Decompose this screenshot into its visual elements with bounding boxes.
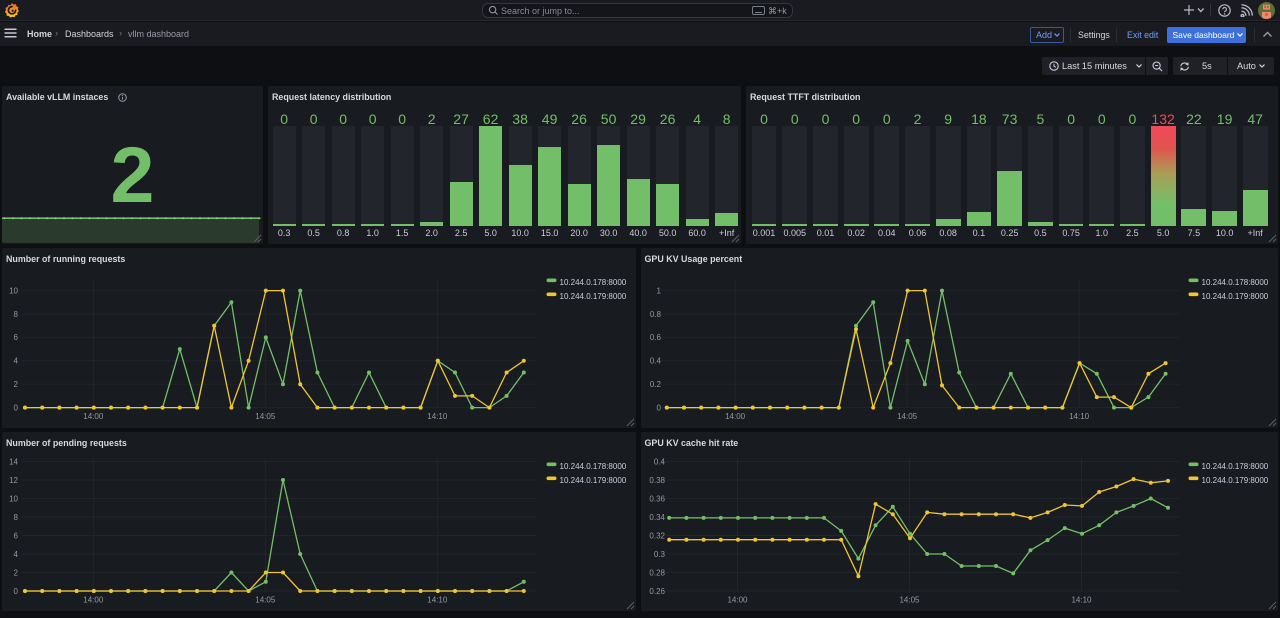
svg-text:14:05: 14:05 [899,595,920,604]
svg-text:1: 1 [656,286,661,295]
svg-text:10.244.0.178:8000: 10.244.0.178:8000 [560,462,627,471]
svg-text:10.244.0.179:8000: 10.244.0.179:8000 [560,292,627,301]
svg-text:0: 0 [656,403,661,412]
svg-text:0.32: 0.32 [649,531,665,540]
svg-text:10.244.0.179:8000: 10.244.0.179:8000 [560,476,627,485]
svg-text:0: 0 [14,403,19,412]
svg-text:10.244.0.178:8000: 10.244.0.178:8000 [560,278,627,287]
svg-text:14:10: 14:10 [427,412,448,421]
svg-text:0.36: 0.36 [649,494,665,503]
svg-text:14:00: 14:00 [727,595,748,604]
svg-text:0.38: 0.38 [649,476,665,485]
svg-text:0.26: 0.26 [649,587,665,596]
svg-text:2: 2 [14,568,19,577]
svg-text:0.28: 0.28 [649,568,665,577]
svg-text:10.244.0.179:8000: 10.244.0.179:8000 [1201,476,1268,485]
svg-text:0.6: 0.6 [649,333,661,342]
svg-text:14:00: 14:00 [725,412,746,421]
svg-text:0.8: 0.8 [649,310,661,319]
svg-text:6: 6 [14,531,19,540]
svg-text:14:10: 14:10 [1069,412,1090,421]
svg-text:10: 10 [9,286,18,295]
svg-text:8: 8 [14,310,19,319]
svg-text:10.244.0.178:8000: 10.244.0.178:8000 [1201,278,1268,287]
svg-text:14:10: 14:10 [1071,595,1092,604]
svg-text:6: 6 [14,333,19,342]
svg-text:10.244.0.179:8000: 10.244.0.179:8000 [1201,292,1268,301]
svg-text:0.4: 0.4 [649,357,661,366]
svg-text:14:00: 14:00 [83,412,104,421]
svg-text:10: 10 [9,494,18,503]
svg-text:4: 4 [14,357,19,366]
svg-text:0: 0 [14,587,19,596]
svg-text:0.4: 0.4 [653,457,665,466]
svg-text:2: 2 [14,380,19,389]
svg-text:4: 4 [14,550,19,559]
svg-text:14:00: 14:00 [83,595,104,604]
svg-text:0.2: 0.2 [649,380,661,389]
svg-text:14:05: 14:05 [255,595,276,604]
svg-text:14: 14 [9,457,18,466]
svg-text:12: 12 [9,476,18,485]
svg-text:14:05: 14:05 [255,412,276,421]
svg-text:0.3: 0.3 [653,550,665,559]
svg-text:10.244.0.178:8000: 10.244.0.178:8000 [1201,462,1268,471]
svg-text:8: 8 [14,513,19,522]
svg-text:14:05: 14:05 [897,412,918,421]
svg-text:14:10: 14:10 [427,595,448,604]
svg-text:0.34: 0.34 [649,513,665,522]
